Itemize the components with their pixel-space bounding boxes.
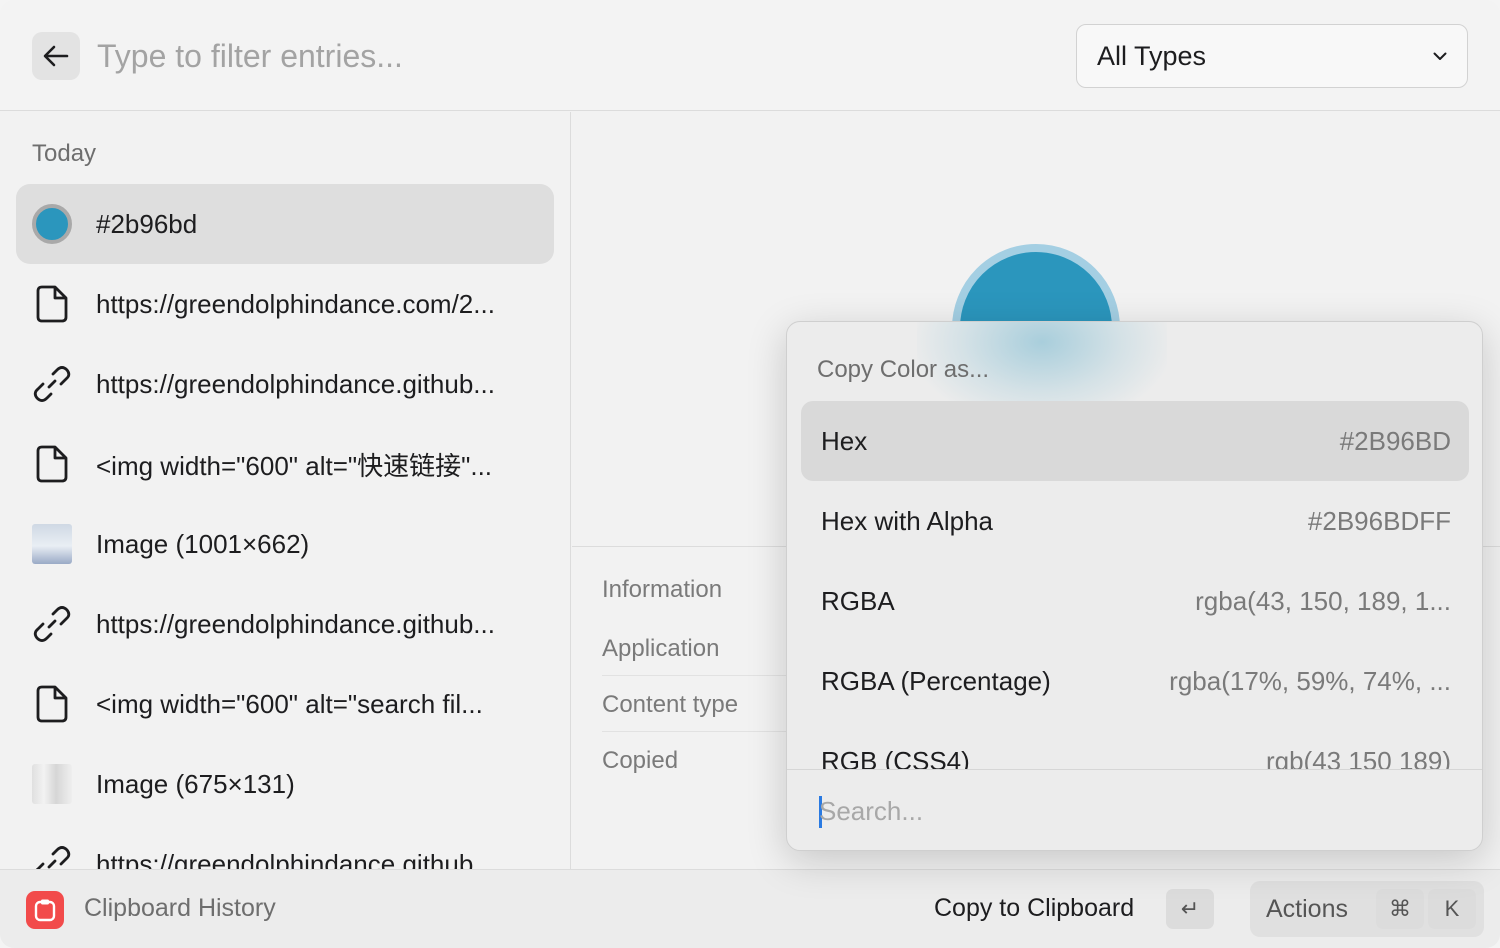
- list-item-label: #2b96bd: [96, 208, 198, 239]
- type-filter-value: All Types: [1097, 40, 1207, 71]
- list-item-label: Image (675×131): [96, 768, 295, 799]
- k-key: K: [1428, 889, 1476, 929]
- file-icon: [36, 285, 68, 323]
- list-item-label: Image (1001×662): [96, 528, 310, 559]
- list-item-label: https://greendolphindance.github...: [96, 368, 495, 399]
- metadata-label-application: Application: [602, 635, 720, 662]
- arrow-left-icon: [43, 45, 69, 67]
- list-item[interactable]: https://greendolphindance.github...: [16, 824, 554, 869]
- search-bar: All Types: [0, 0, 1500, 111]
- clipboard-app-icon: [26, 891, 64, 929]
- list-item[interactable]: Image (1001×662): [16, 504, 554, 584]
- format-option-hex[interactable]: Hex #2B96BD: [801, 401, 1469, 481]
- copy-to-clipboard-button[interactable]: Copy to Clipboard: [934, 894, 1134, 923]
- format-option-hex-alpha[interactable]: Hex with Alpha #2B96BDFF: [801, 481, 1469, 561]
- link-icon: [33, 606, 71, 642]
- metadata-label-content-type: Content type: [602, 691, 739, 718]
- format-value: rgb(43 150 189): [1265, 745, 1451, 770]
- list-item[interactable]: <img width="600" alt="快速链接"...: [16, 424, 554, 504]
- color-swatch-icon: [32, 204, 72, 244]
- format-value: rgba(17%, 59%, 74%, ...: [1169, 665, 1451, 696]
- chevron-down-icon: [1433, 52, 1447, 60]
- format-value: rgba(43, 150, 189, 1...: [1195, 585, 1451, 616]
- information-heading: Information: [602, 576, 723, 603]
- return-key-icon: ↵: [1166, 889, 1214, 929]
- format-value: #2B96BD: [1339, 425, 1451, 456]
- list-item[interactable]: <img width="600" alt="search fil...: [16, 664, 554, 744]
- format-option-rgba[interactable]: RGBA rgba(43, 150, 189, 1...: [801, 561, 1469, 641]
- format-name: Hex with Alpha: [821, 505, 993, 536]
- filter-input[interactable]: [97, 30, 797, 82]
- clipboard-icon: [34, 899, 56, 922]
- list-item-label: https://greendolphindance.github...: [96, 608, 495, 639]
- list-item[interactable]: #2b96bd: [16, 184, 554, 264]
- command-key-icon: ⌘: [1376, 889, 1424, 929]
- link-icon: [33, 366, 71, 402]
- list-item-label: <img width="600" alt="search fil...: [96, 688, 483, 719]
- list-item-label: <img width="600" alt="快速链接"...: [96, 450, 493, 481]
- metadata-label-copied: Copied: [602, 747, 679, 774]
- list-item-label: https://greendolphindance.com/2...: [96, 288, 495, 319]
- format-option-rgba-percentage[interactable]: RGBA (Percentage) rgba(17%, 59%, 74%, ..…: [801, 641, 1469, 721]
- list-item[interactable]: https://greendolphindance.com/2...: [16, 264, 554, 344]
- format-value: #2B96BDFF: [1307, 505, 1451, 536]
- app-name: Clipboard History: [84, 894, 276, 922]
- clipboard-history-window: All Types Today #2b96bd https://greendol…: [0, 0, 1500, 948]
- file-icon: [36, 685, 68, 723]
- list-item-label: https://greendolphindance.github...: [96, 848, 495, 870]
- clipboard-list: Today #2b96bd https://greendolphindance.…: [0, 112, 571, 869]
- image-thumbnail-icon: [32, 524, 72, 564]
- format-name: RGBA (Percentage): [821, 665, 1051, 696]
- popup-search-input[interactable]: [819, 788, 1439, 834]
- actions-label: Actions: [1266, 895, 1348, 923]
- popup-title: Copy Color as...: [817, 356, 990, 383]
- divider: [602, 675, 802, 676]
- color-format-list: Hex #2B96BD Hex with Alpha #2B96BDFF RGB…: [787, 400, 1482, 770]
- action-bar: Clipboard History Copy to Clipboard ↵ Ac…: [0, 869, 1500, 948]
- list-item[interactable]: Image (675×131): [16, 744, 554, 824]
- format-name: RGB (CSS4): [821, 745, 970, 770]
- image-thumbnail-icon: [32, 764, 72, 804]
- back-button[interactable]: [32, 32, 80, 80]
- list-item[interactable]: https://greendolphindance.github...: [16, 584, 554, 664]
- link-icon: [35, 846, 71, 869]
- file-icon: [36, 445, 68, 483]
- format-name: RGBA: [821, 585, 895, 616]
- divider: [787, 769, 1482, 770]
- copy-color-popup: Copy Color as... Hex #2B96BD Hex with Al…: [786, 321, 1483, 851]
- list-item[interactable]: https://greendolphindance.github...: [16, 344, 554, 424]
- section-title-today: Today: [32, 140, 97, 167]
- format-name: Hex: [821, 425, 868, 456]
- type-filter-dropdown[interactable]: All Types: [1076, 24, 1468, 88]
- format-option-rgb-css4[interactable]: RGB (CSS4) rgb(43 150 189): [801, 721, 1469, 770]
- divider: [602, 731, 802, 732]
- actions-button[interactable]: Actions ⌘ K: [1250, 881, 1484, 937]
